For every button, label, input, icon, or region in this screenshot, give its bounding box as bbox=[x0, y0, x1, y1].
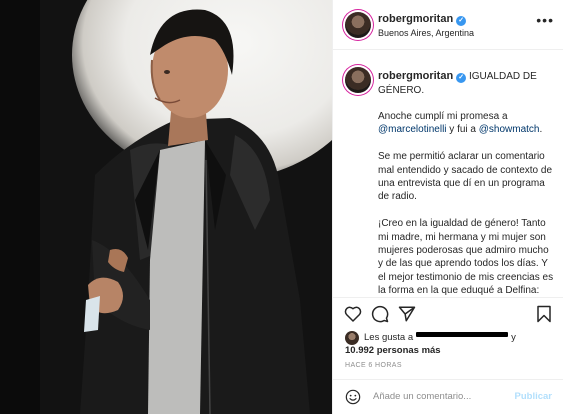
post-photo[interactable] bbox=[0, 0, 332, 414]
likes-line-1: Les gusta a y bbox=[364, 331, 516, 344]
post-location[interactable]: Buenos Aires, Argentina bbox=[378, 28, 474, 38]
publish-button[interactable]: Publicar bbox=[515, 391, 553, 402]
caption-username[interactable]: robergmoritan bbox=[378, 70, 453, 82]
caption-verified-badge-icon: ✓ bbox=[456, 73, 467, 83]
instagram-post: robergmoritan ✓ Buenos Aires, Argentina •… bbox=[0, 0, 563, 414]
caption-area: robergmoritan ✓ IGUALDAD DE GÉNERO. Anoch… bbox=[333, 51, 563, 297]
likes-prefix: Les gusta a bbox=[364, 332, 414, 343]
comment-input[interactable]: Añade un comentario... bbox=[373, 391, 471, 402]
caption-text: Anoche cumplí mi promesa a bbox=[378, 111, 508, 122]
more-options-icon[interactable]: ••• bbox=[536, 12, 554, 28]
caption-text: . bbox=[539, 124, 543, 136]
share-icon[interactable] bbox=[398, 305, 416, 323]
caption-heading: robergmoritan ✓ IGUALDAD DE GÉNERO. bbox=[378, 69, 554, 98]
username-text[interactable]: robergmoritan bbox=[378, 13, 453, 25]
man-in-leather-jacket-illustration bbox=[80, 9, 310, 414]
post-header: robergmoritan ✓ Buenos Aires, Argentina •… bbox=[333, 0, 563, 50]
comment-form: Añade un comentario... Publicar bbox=[333, 379, 563, 414]
caption-paragraph-1: Anoche cumplí mi promesa a @marcelotinel… bbox=[378, 110, 554, 137]
likes-count[interactable]: 10.992 personas más bbox=[345, 344, 441, 357]
post-timestamp[interactable]: HACE 6 HORAS bbox=[345, 362, 402, 369]
comment-icon[interactable] bbox=[371, 305, 389, 323]
caption-paragraph-2: Se me permitió aclarar un comentario mal… bbox=[378, 151, 553, 203]
redacted-username bbox=[416, 332, 509, 337]
caption-paragraph-3: ¡Creo en la igualdad de género! Tanto mi… bbox=[378, 218, 554, 297]
mention-link[interactable]: @marcelotinelli bbox=[378, 124, 447, 135]
mention-link[interactable]: @showmatch bbox=[479, 124, 540, 135]
author-avatar[interactable] bbox=[345, 12, 371, 38]
bookmark-icon[interactable] bbox=[536, 305, 552, 323]
author-username[interactable]: robergmoritan ✓ bbox=[378, 13, 467, 26]
caption-author-avatar[interactable] bbox=[345, 67, 371, 93]
post-details-panel: robergmoritan ✓ Buenos Aires, Argentina •… bbox=[332, 0, 563, 414]
liker-avatar[interactable] bbox=[345, 331, 359, 345]
likes-suffix: y bbox=[511, 332, 516, 343]
heart-icon[interactable] bbox=[344, 305, 362, 322]
verified-badge-icon: ✓ bbox=[456, 16, 467, 26]
caption-body: Anoche cumplí mi promesa a @marcelotinel… bbox=[378, 110, 554, 297]
likes-count-text[interactable]: 10.992 personas más bbox=[345, 345, 441, 356]
emoji-icon[interactable] bbox=[345, 389, 361, 405]
post-actions-bar bbox=[333, 297, 563, 327]
caption-text: y fui a bbox=[446, 124, 479, 136]
